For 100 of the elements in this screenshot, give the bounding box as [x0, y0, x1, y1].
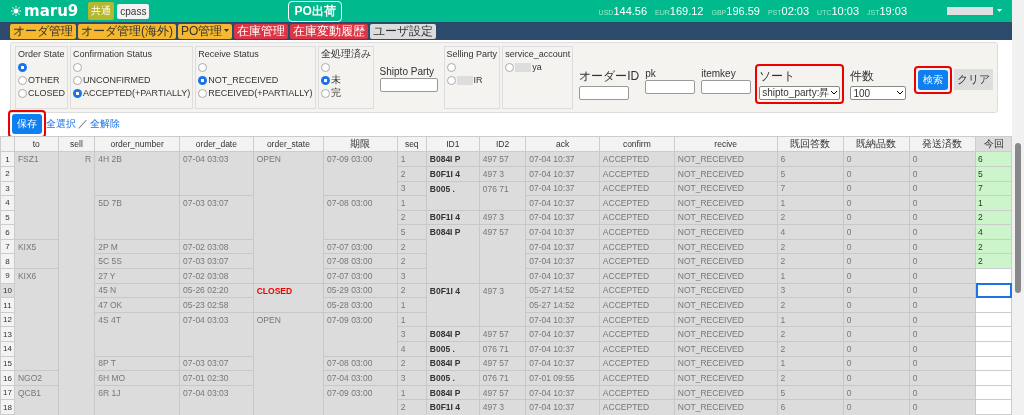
table-cell: 4 — [397, 341, 427, 357]
table-cell: B084I P — [426, 356, 480, 371]
radio-label: 完 — [330, 86, 341, 101]
nav-button[interactable]: PO管理 — [178, 23, 233, 39]
table-cell: ACCEPTED — [599, 283, 675, 298]
table-cell: 6H MO — [94, 370, 180, 386]
table-cell: 497 3 — [479, 399, 526, 415]
table-cell: 07-04 10:37 — [525, 166, 600, 181]
table-cell: 0 — [843, 341, 910, 357]
column-header[interactable]: to — [14, 136, 59, 152]
table-cell: B0F1I 4 — [426, 399, 480, 415]
column-header[interactable]: confirm — [599, 136, 675, 152]
table-cell: ACCEPTED — [599, 224, 675, 240]
column-header[interactable]: order_state — [253, 136, 324, 152]
table-cell: 07-04 03:03 — [179, 312, 254, 327]
scrollbar[interactable] — [1012, 0, 1024, 415]
column-header[interactable]: order_date — [179, 136, 254, 152]
column-header[interactable]: 既回答数 — [777, 136, 844, 152]
save-button[interactable]: 保存 — [12, 114, 42, 135]
radio-button[interactable] — [320, 62, 330, 72]
radio-button[interactable] — [18, 75, 27, 85]
field-label: Shipto Party — [379, 66, 436, 78]
radio-button[interactable] — [73, 75, 82, 85]
radio-button[interactable] — [73, 62, 82, 72]
radio-button[interactable] — [320, 88, 330, 98]
logo-text: maru9 — [24, 2, 79, 21]
field-label: pk — [645, 68, 657, 80]
select-all-link[interactable]: 全選択 — [46, 117, 76, 132]
deselect-all-link[interactable]: 全解除 — [90, 117, 120, 132]
table-cell: ACCEPTED — [599, 297, 675, 313]
radio-button[interactable] — [18, 88, 27, 98]
radio-label: 未 — [330, 73, 341, 87]
table-cell: QCB1 — [14, 385, 59, 400]
table-cell: 3 — [397, 326, 427, 342]
input-field[interactable] — [701, 80, 752, 95]
search-button[interactable]: 検索 — [918, 70, 948, 91]
table-cell: 0 — [909, 385, 976, 400]
table-cell: B005 . — [426, 341, 480, 357]
nav-button[interactable]: 在庫変動履歴 — [290, 23, 369, 39]
column-header[interactable]: ack — [525, 136, 600, 152]
table-cell: NOT_RECEIVED — [674, 239, 778, 254]
column-header[interactable]: order_number — [94, 136, 180, 152]
input-field[interactable] — [379, 78, 438, 93]
table-cell: 2 — [397, 239, 427, 254]
radio-button[interactable] — [198, 62, 208, 72]
column-header[interactable]: recive — [674, 136, 778, 152]
nav-button[interactable]: 在庫管理 — [234, 23, 289, 39]
clear-button[interactable]: クリア — [954, 69, 993, 91]
select-field[interactable]: 100 — [850, 86, 907, 101]
nav-button[interactable]: オーダ管理(海外) — [78, 23, 176, 39]
table-cell: 1 — [777, 312, 844, 327]
radio-button[interactable] — [446, 62, 456, 72]
radio-button[interactable] — [505, 62, 515, 72]
table-cell: KIX6 — [14, 268, 59, 284]
column-header[interactable]: 発送済数 — [909, 136, 976, 152]
table-cell: CLOSED — [253, 283, 324, 298]
table-cell: 497 57 — [479, 385, 526, 400]
nav-button[interactable]: オーダ管理 — [10, 23, 76, 39]
table-cell: 497 3 — [479, 166, 526, 181]
sun-icon — [10, 5, 22, 18]
column-header[interactable]: 期限 — [323, 136, 398, 152]
column-header[interactable]: sell — [58, 136, 95, 152]
table-cell: NOT_RECEIVED — [674, 356, 778, 371]
table-cell: 07-04 10:37 — [525, 224, 600, 240]
table-cell: ACCEPTED — [599, 268, 675, 284]
table-cell: B0F1I 4 — [426, 283, 480, 298]
input-field[interactable] — [579, 86, 630, 101]
caret-icon — [997, 9, 1002, 14]
column-header[interactable]: 今回 — [975, 136, 1012, 152]
select-field[interactable]: shipto_party:昇 — [759, 86, 841, 101]
table-cell: 5 — [397, 224, 427, 240]
table-cell: 0 — [909, 224, 976, 240]
radio-button[interactable] — [320, 75, 330, 85]
nav-button[interactable]: ユーザ設定 — [370, 23, 437, 39]
radio-button[interactable] — [73, 88, 82, 98]
user-menu[interactable] — [947, 7, 993, 16]
column-header[interactable]: ID2 — [479, 136, 526, 152]
group-title: 全処理済み — [320, 48, 371, 61]
table-cell: 1 — [777, 356, 844, 371]
input-field[interactable] — [645, 80, 696, 95]
table-cell: 07-07 03:00 — [323, 239, 398, 254]
radio-button[interactable] — [198, 88, 208, 98]
table-cell: 2 — [397, 399, 427, 415]
table-cell: 45 N — [94, 283, 180, 298]
column-header[interactable]: seq — [397, 136, 427, 152]
column-header[interactable]: 既納品数 — [843, 136, 910, 152]
table-cell: 05-26 02:20 — [179, 283, 254, 298]
radio-button[interactable] — [446, 75, 456, 85]
radio-button[interactable] — [18, 62, 27, 72]
table-cell: 4 — [777, 224, 844, 240]
column-header[interactable]: ID1 — [426, 136, 480, 152]
table-cell: 0 — [843, 399, 910, 415]
table-cell: 07-03 03:07 — [179, 253, 254, 269]
table-cell: 0 — [909, 297, 976, 313]
table-cell: 2 — [777, 370, 844, 386]
radio-button[interactable] — [198, 75, 208, 85]
table-cell: 07-07 03:00 — [323, 268, 398, 284]
table-cell: 07-04 10:37 — [525, 253, 600, 269]
editable-cell[interactable] — [975, 283, 1012, 298]
table-cell: B0F1I 4 — [426, 166, 480, 181]
